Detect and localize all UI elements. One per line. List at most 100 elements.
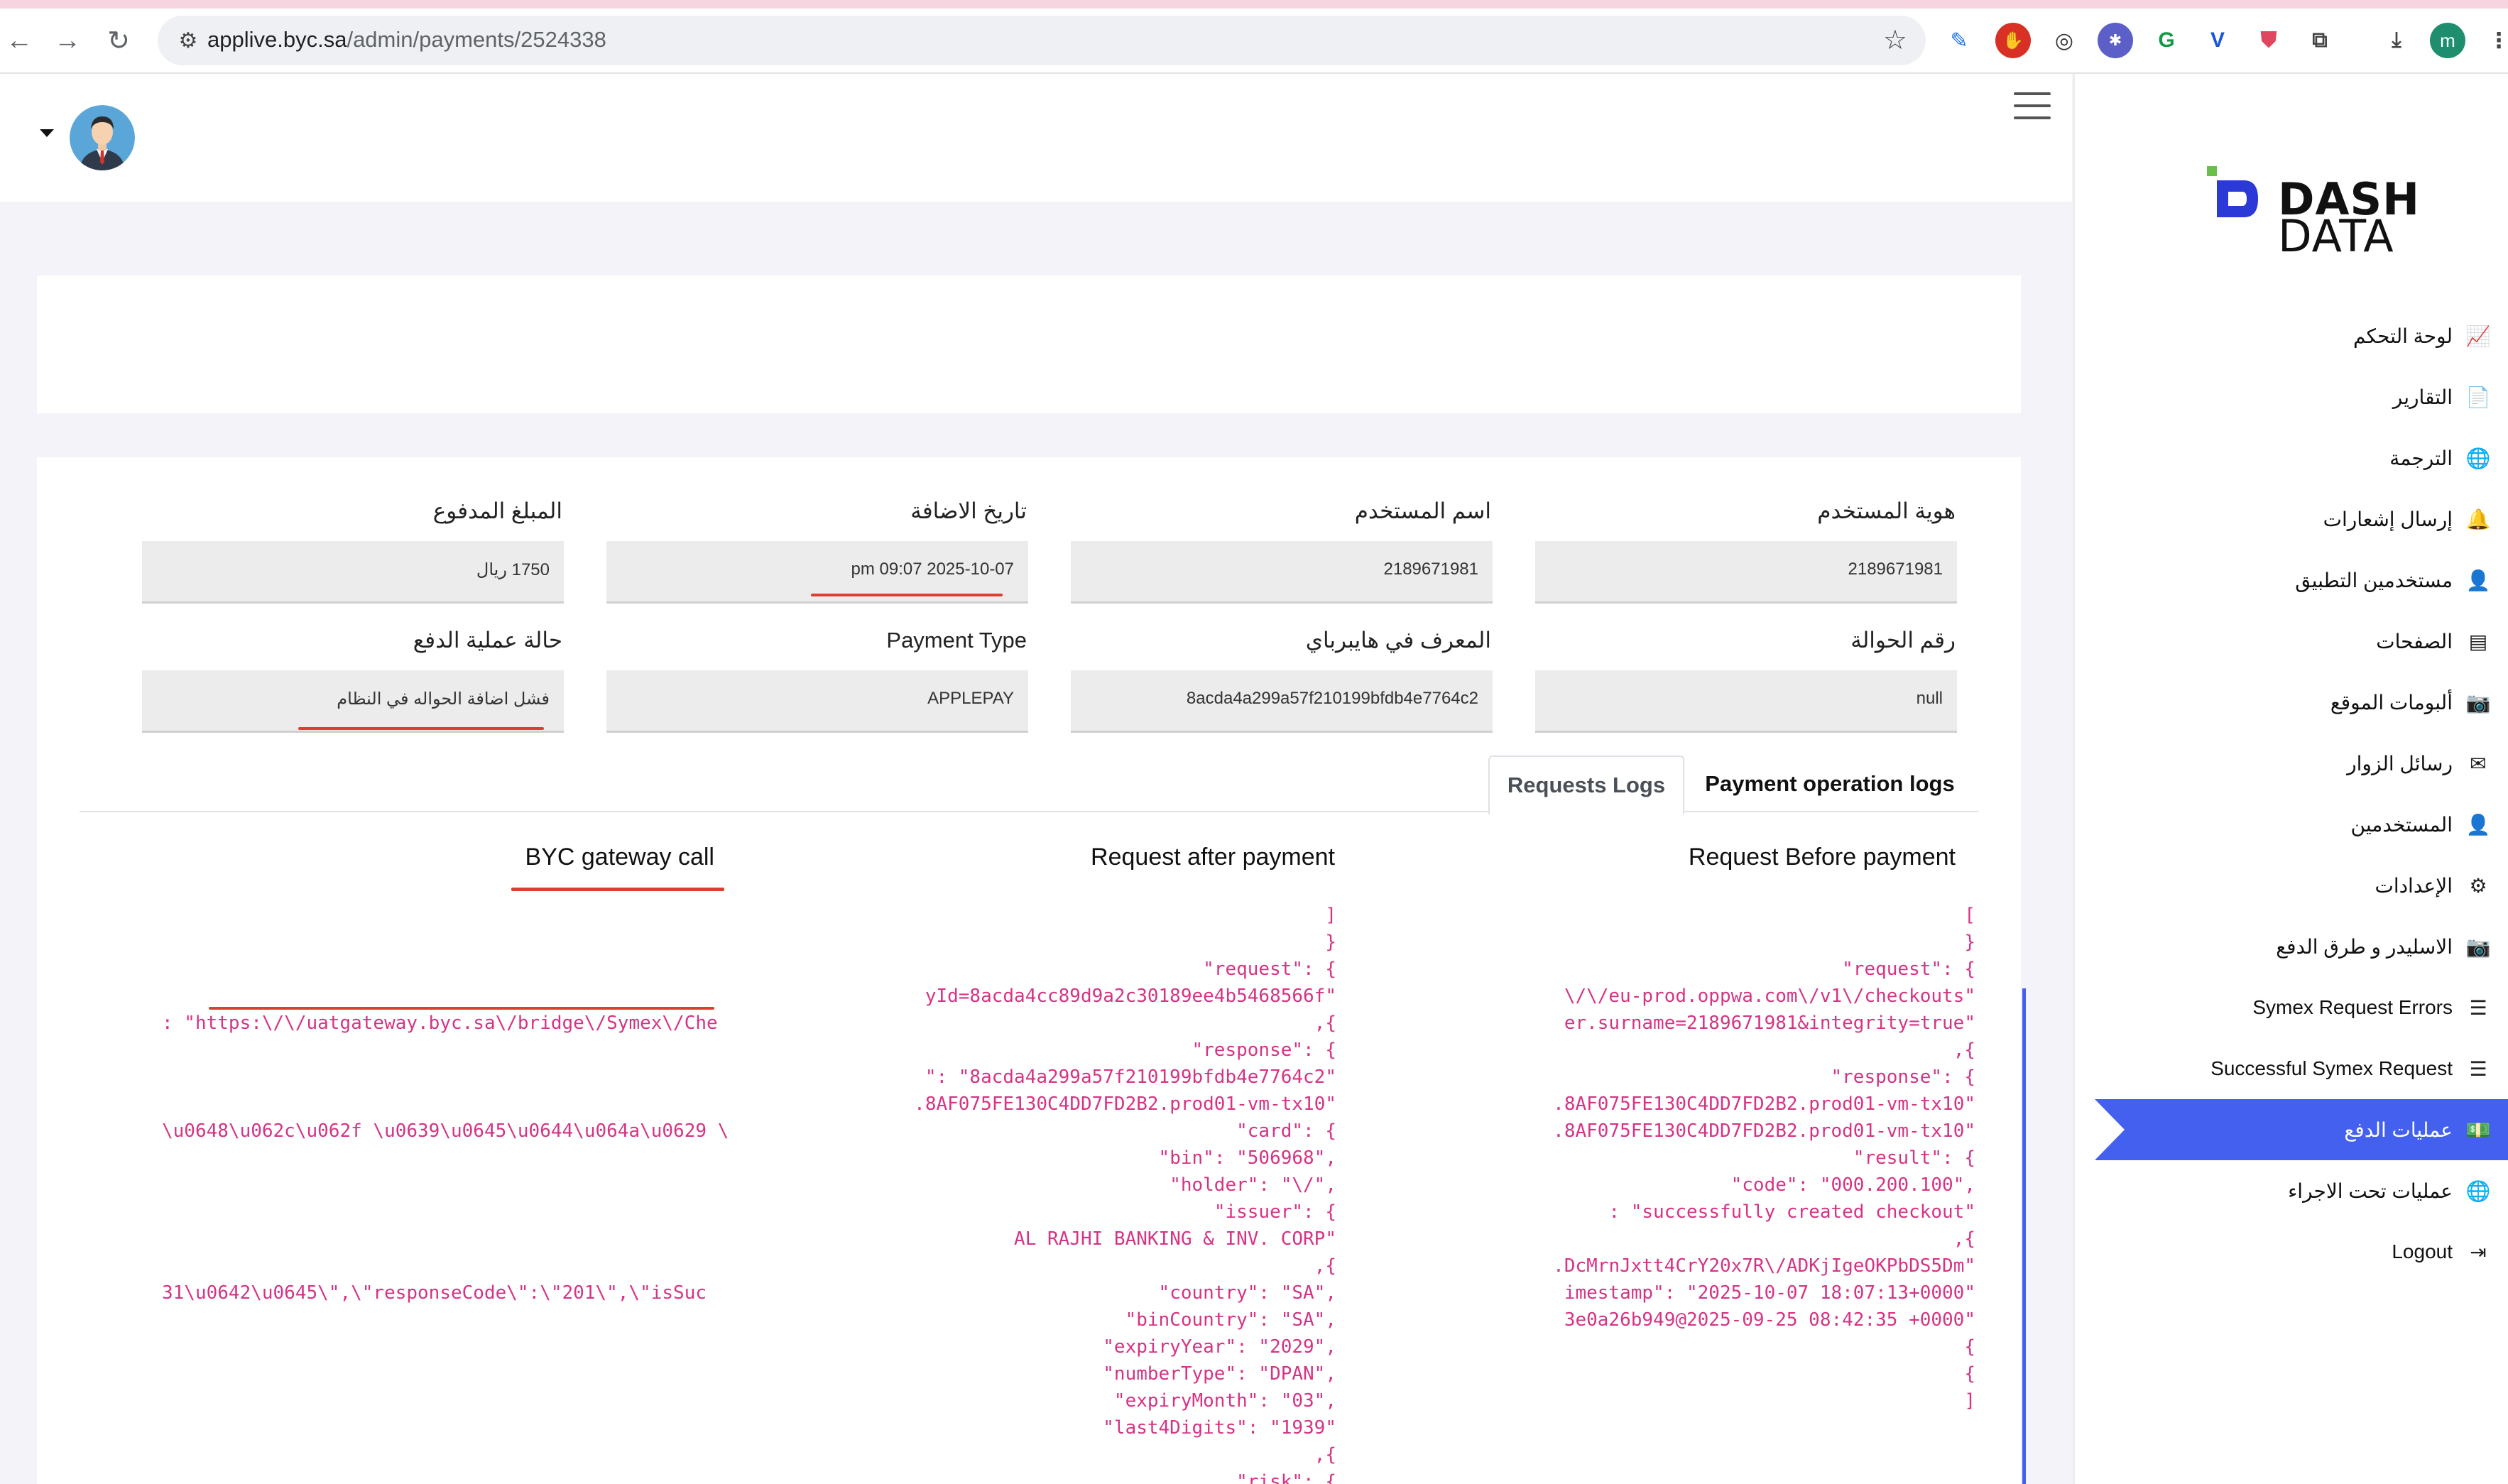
envelope-icon: ✉	[2470, 752, 2487, 775]
sidebar-menu: 📈 لوحة التحكم 📄 التقارير 🌐 الترجمة 🔔 إرسال إشعا…	[2095, 305, 2508, 1282]
code-line: ": "8acda4a299a57f210199bfdb4e7764c2"	[925, 1066, 1336, 1088]
code-line: \u0648\u062c\u062f \u0639\u0645\u0644\u0…	[162, 1120, 729, 1142]
tab-payment-operation-logs[interactable]: Payment operation logs	[1691, 755, 1968, 812]
sidebar-item-6[interactable]: ▤ الصفحات	[2095, 611, 2508, 672]
code-line: "expiryYear": "2029",	[1103, 1336, 1336, 1358]
gateway-title-underline	[511, 888, 724, 891]
forward-icon[interactable]: →	[51, 24, 84, 57]
sidebar-item-2[interactable]: 📄 التقارير	[2095, 366, 2508, 427]
sidebar-item-13[interactable]: ☰ Successful Symex Request	[2095, 1038, 2508, 1099]
url-text[interactable]: applive.byc.sa/admin/payments/2524338	[207, 27, 606, 53]
sidebar-item-3[interactable]: 🌐 الترجمة	[2095, 427, 2508, 489]
sidebar-item-1[interactable]: 📈 لوحة التحكم	[2095, 305, 2508, 366]
payment-status-label: حالة عملية الدفع	[413, 628, 562, 653]
chatgpt-extension-icon[interactable]: ◎	[2046, 23, 2082, 58]
code-line: \/\/eu-prod.oppwa.com\/v1\/checkouts"	[1564, 986, 1975, 1007]
code-line: imestamp": "2025-10-07 18:07:13+0000"	[1564, 1282, 1975, 1304]
puzzle-extensions-icon[interactable]: ⧉	[2302, 23, 2338, 58]
bell-icon: 🔔	[2465, 508, 2491, 530]
code-line: .8AF075FE130C4DD7FD2B2.prod01-vm-tx10"	[1553, 1093, 1975, 1115]
code-line: ]	[1325, 905, 1336, 926]
code-line: {	[1964, 1336, 1975, 1358]
grammarly-extension-icon[interactable]: G	[2149, 23, 2184, 58]
payment-details-card: هوية المستخدم اسم المستخدم تاريخ الاضافة…	[37, 457, 2021, 1484]
adblock-extension-icon[interactable]: ✋	[1995, 23, 2031, 58]
sidebar-item-label: Logout	[2392, 1240, 2453, 1262]
tab-requests-logs[interactable]: Requests Logs	[1488, 755, 1684, 815]
code-line: .8AF075FE130C4DD7FD2B2.prod01-vm-tx10"	[1553, 1120, 1975, 1142]
browser-toolbar: ← → ↻ ⚙ applive.byc.sa/admin/payments/25…	[0, 9, 2508, 74]
code-line: .8AF075FE130C4DD7FD2B2.prod01-vm-tx10"	[914, 1093, 1336, 1115]
download-icon[interactable]: ⤓	[2379, 23, 2414, 58]
money-icon: 💵	[2465, 1118, 2491, 1141]
scroll-position-indicator[interactable]	[2022, 988, 2026, 1484]
bookmark-star-icon[interactable]: ☆	[1883, 24, 1907, 56]
profile-avatar[interactable]: m	[2430, 23, 2465, 58]
code-line: : "https:\/\/uatgateway.byc.sa\/bridge\/…	[162, 1013, 718, 1034]
code-line: yId=8acda4cc89d9a2c30189ee4b5468566f"	[925, 986, 1336, 1007]
request-before-payment-log: [} "request": {\/\/eu-prod.oppwa.com\/v1\…	[1400, 902, 1975, 1484]
site-settings-icon[interactable]: ⚙	[172, 24, 205, 57]
sidebar-item-label: مستخدمين التطبيق	[2295, 569, 2453, 591]
globe-icon: 🌐	[2465, 1179, 2491, 1202]
amount-paid-field[interactable]: 1750 ريال	[142, 541, 564, 604]
code-line: ,{	[1953, 1228, 1975, 1250]
payment-status-field[interactable]: فشل اضافة الحواله في النظام	[142, 670, 564, 733]
list-icon: ☰	[2469, 1057, 2487, 1080]
code-line: "code": "000.200.100",	[1730, 1174, 1975, 1196]
dashdata-logo[interactable]: DASH DATA	[2207, 166, 2420, 262]
shield-extension-icon[interactable]: ⛊	[2251, 23, 2286, 58]
username-field[interactable]: 2189671981	[1071, 541, 1493, 604]
report-icon: 📄	[2465, 386, 2491, 408]
v-extension-icon[interactable]: V	[2200, 23, 2235, 58]
page-icon: ▤	[2468, 630, 2488, 653]
sidebar-item-14[interactable]: 💵 عمليات الدفع	[2095, 1099, 2508, 1160]
sidebar-item-label: الصفحات	[2376, 630, 2453, 653]
sidebar-item-12[interactable]: ☰ Symex Request Errors	[2095, 977, 2508, 1038]
sidebar-item-8[interactable]: ✉ رسائل الزوار	[2095, 733, 2508, 794]
payment-type-label: Payment Type	[886, 628, 1027, 653]
code-line: AL RAJHI BANKING & INV. CORP"	[1014, 1228, 1336, 1250]
code-line: {	[1964, 1363, 1975, 1385]
browser-menu-icon[interactable]: ⋮	[2481, 23, 2508, 58]
sidebar-item-16[interactable]: ⇥ Logout	[2095, 1221, 2508, 1282]
sidebar-item-4[interactable]: 🔔 إرسال إشعارات	[2095, 489, 2508, 550]
gears-icon: ⚙	[2469, 874, 2487, 897]
payment-type-field[interactable]: APPLEPAY	[606, 670, 1028, 733]
code-line: "response": {	[1831, 1066, 1976, 1088]
sidebar-item-7[interactable]: 📷 ألبومات الموقع	[2095, 672, 2508, 733]
user-avatar[interactable]	[70, 105, 135, 170]
code-line: 3e0a26b949@2025-09-25 08:42:35 +0000"	[1564, 1309, 1975, 1331]
reload-icon[interactable]: ↻	[102, 24, 135, 57]
gear-extension-icon[interactable]: ✱	[2098, 23, 2133, 58]
chevron-down-icon[interactable]	[40, 129, 54, 137]
camera-icon: 📷	[2465, 691, 2491, 714]
code-line: .DcMrnJxtt4CrY20x7R\/ADKjIgeOKPbDS5Dm"	[1553, 1255, 1975, 1277]
sidebar-item-11[interactable]: 📷 الاسليدر و طرق الدفع	[2095, 916, 2508, 977]
code-line: ]	[1964, 1390, 1975, 1412]
back-icon[interactable]: ←	[3, 24, 36, 57]
code-line: "issuer": {	[1214, 1201, 1336, 1223]
user-id-field[interactable]: 2189671981	[1535, 541, 1957, 604]
pen-extension-icon[interactable]: ✎	[1941, 23, 1977, 58]
code-line: "risk": {	[1236, 1471, 1336, 1484]
code-line: ,{	[1314, 1255, 1336, 1277]
sidebar-item-10[interactable]: ⚙ الإعدادات	[2095, 855, 2508, 916]
address-bar[interactable]: ⚙ applive.byc.sa/admin/payments/2524338 …	[158, 16, 1926, 65]
logo-mark-icon	[2207, 166, 2258, 217]
hamburger-menu-icon[interactable]	[2014, 92, 2051, 121]
sidebar-item-9[interactable]: 👤 المستخدمين	[2095, 794, 2508, 855]
hyperpay-id-field[interactable]: 8acda4a299a57f210199bfdb4e7764c2	[1071, 670, 1493, 733]
sidebar-item-15[interactable]: 🌐 عمليات تحت الاجراء	[2095, 1160, 2508, 1221]
code-line: "holder": "\/",	[1170, 1174, 1336, 1196]
transfer-no-field[interactable]: null	[1535, 670, 1957, 733]
sidebar-item-label: رسائل الزوار	[2347, 752, 2453, 775]
username-label: اسم المستخدم	[1354, 498, 1491, 523]
sidebar-item-5[interactable]: 👤 مستخدمين التطبيق	[2095, 550, 2508, 611]
